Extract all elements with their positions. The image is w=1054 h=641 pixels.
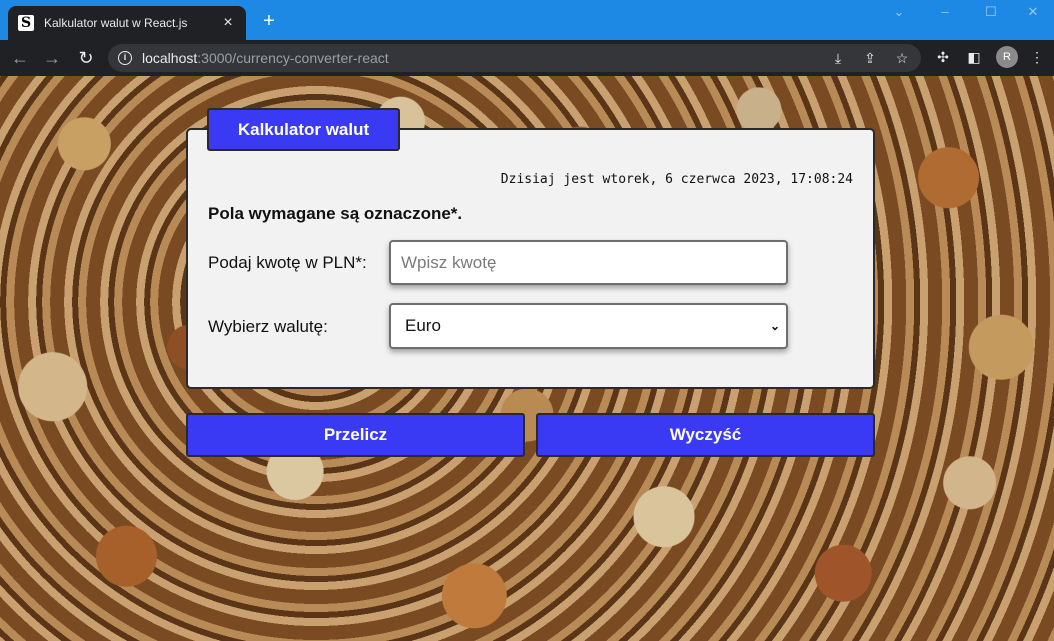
required-fields-note: Pola wymagane są oznaczone*.: [208, 204, 463, 223]
chevron-down-icon: ⌄: [769, 319, 781, 333]
browser-tab[interactable]: S Kalkulator walut w React.js ×: [8, 6, 246, 40]
url-text[interactable]: localhost:3000/currency-converter-react: [142, 50, 389, 66]
clear-button[interactable]: Wyczyść: [536, 413, 875, 457]
site-info-icon[interactable]: i: [118, 51, 132, 65]
new-tab-icon[interactable]: +: [258, 10, 280, 32]
side-panel-icon[interactable]: ◧: [965, 48, 983, 66]
currency-selected-value: Euro: [405, 316, 441, 335]
menu-icon[interactable]: ⋮: [1028, 48, 1046, 66]
current-date: Dzisiaj jest wtorek, 6 czerwca 2023, 17:…: [500, 172, 853, 187]
convert-button[interactable]: Przelicz: [186, 413, 525, 457]
install-app-icon[interactable]: ⤓: [829, 49, 847, 67]
tab-title: Kalkulator walut w React.js: [44, 16, 188, 30]
forward-icon[interactable]: →: [40, 46, 64, 70]
back-icon[interactable]: ←: [8, 46, 32, 70]
url-path: :3000/currency-converter-react: [197, 50, 389, 66]
amount-label: Podaj kwotę w PLN*:: [208, 253, 367, 272]
close-tab-icon[interactable]: ×: [220, 14, 236, 32]
bookmark-star-icon[interactable]: ☆: [893, 49, 911, 67]
maximize-icon[interactable]: ☐: [980, 4, 1002, 20]
url-host: localhost: [142, 50, 198, 66]
profile-avatar[interactable]: R: [996, 46, 1018, 68]
tab-search-icon[interactable]: ⌄: [888, 4, 910, 20]
converter-card: Dzisiaj jest wtorek, 6 czerwca 2023, 17:…: [186, 128, 875, 389]
currency-label: Wybierz walutę:: [208, 317, 328, 336]
browser-toolbar: ← → ↻ i localhost:3000/currency-converte…: [0, 40, 1054, 76]
minimize-icon[interactable]: –: [934, 4, 956, 20]
amount-input[interactable]: [389, 240, 788, 285]
favicon-icon: S: [18, 15, 34, 31]
address-bar[interactable]: i localhost:3000/currency-converter-reac…: [108, 44, 921, 72]
page-viewport: Dzisiaj jest wtorek, 6 czerwca 2023, 17:…: [0, 76, 1054, 641]
currency-select[interactable]: Euro ⌄: [389, 303, 788, 349]
share-icon[interactable]: ⇪: [861, 49, 879, 67]
app-title: Kalkulator walut: [207, 108, 400, 151]
reload-icon[interactable]: ↻: [74, 46, 98, 70]
extensions-icon[interactable]: ✣: [934, 48, 952, 66]
close-window-icon[interactable]: ✕: [1022, 4, 1044, 20]
browser-titlebar: S Kalkulator walut w React.js × + ⌄ – ☐ …: [0, 0, 1054, 40]
